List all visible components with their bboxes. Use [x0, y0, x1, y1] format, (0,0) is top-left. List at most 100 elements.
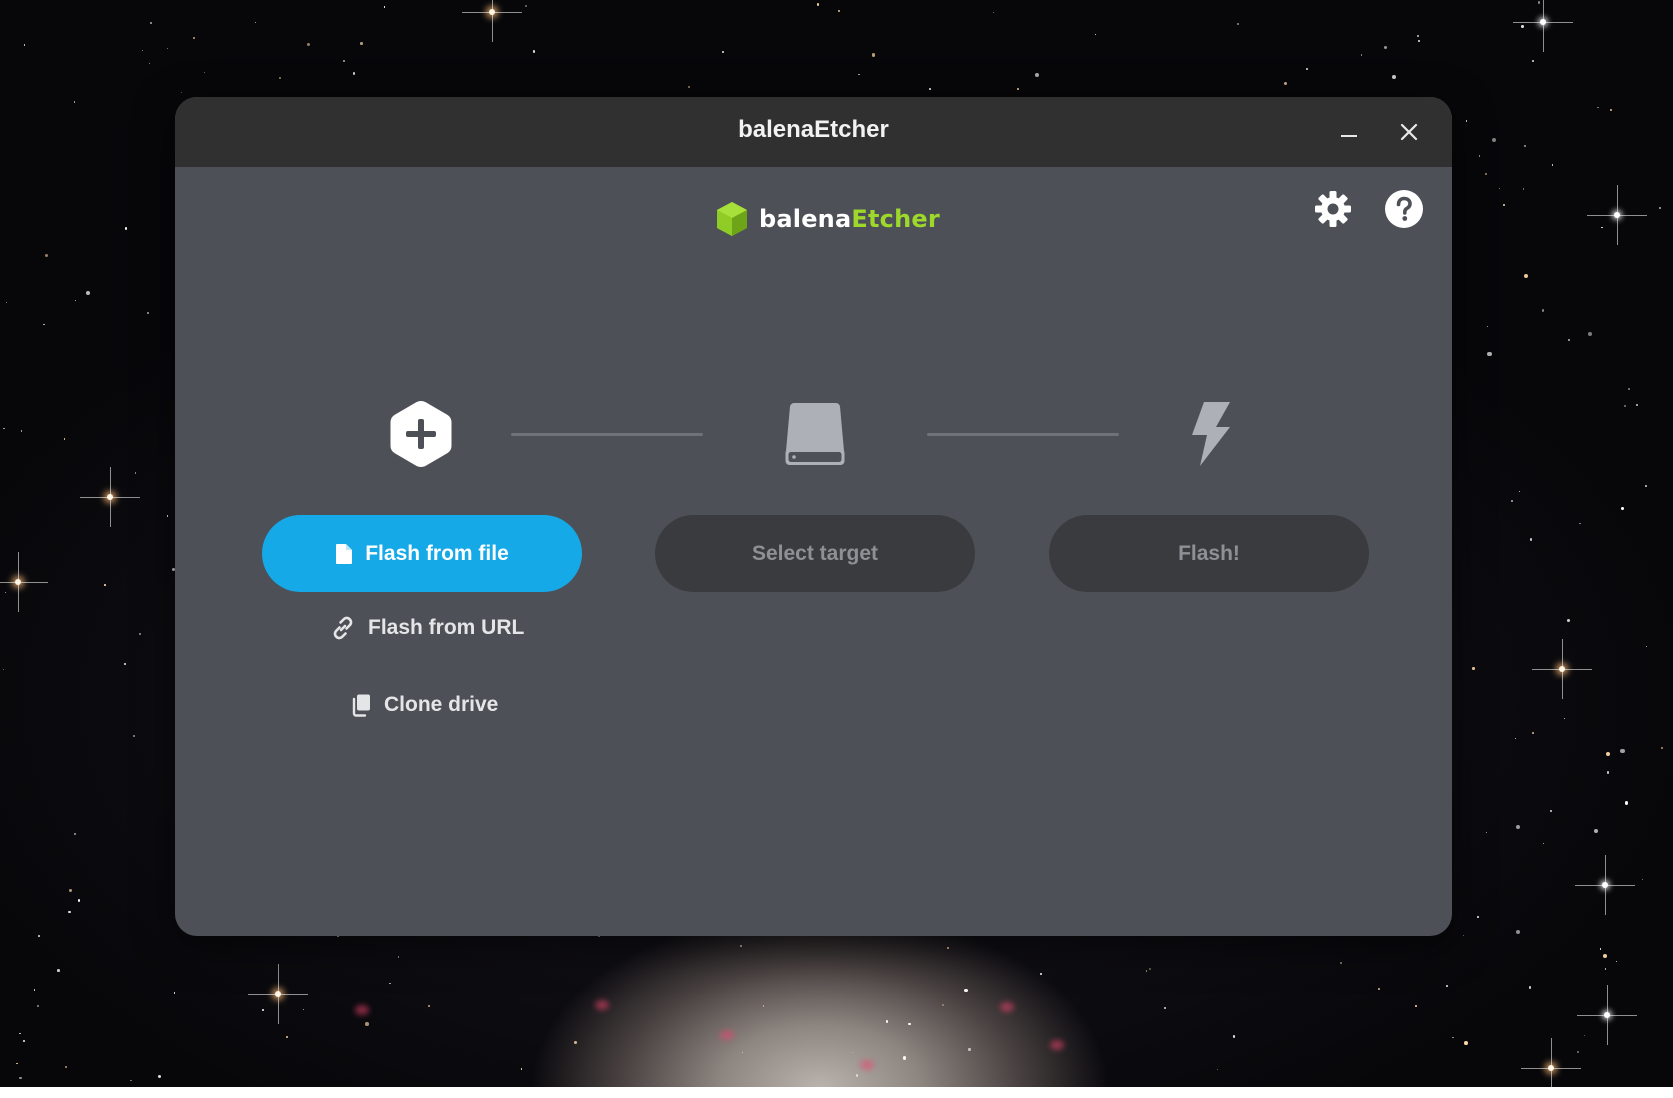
star — [1464, 1041, 1469, 1046]
target-step — [780, 399, 850, 469]
balena-cube-icon — [717, 202, 747, 236]
star — [1486, 831, 1488, 833]
star — [817, 3, 820, 6]
star — [1593, 829, 1598, 834]
star — [1034, 72, 1039, 77]
star — [1642, 878, 1644, 881]
close-icon — [1400, 123, 1418, 141]
star — [1377, 987, 1380, 990]
star — [149, 21, 153, 24]
star — [1532, 731, 1535, 734]
star — [1537, 1, 1541, 4]
star — [1523, 145, 1526, 148]
star — [1340, 961, 1343, 964]
help-icon — [1385, 190, 1423, 228]
star — [146, 311, 149, 314]
star — [1163, 1007, 1166, 1010]
copy-icon — [352, 694, 370, 717]
star — [63, 437, 66, 440]
star — [1305, 67, 1308, 70]
star-flare — [492, 0, 493, 42]
title-bar[interactable]: balenaEtcher — [175, 97, 1452, 167]
star — [1606, 771, 1609, 774]
star — [1577, 1050, 1580, 1053]
clone-drive-label: Clone drive — [384, 693, 499, 716]
star — [158, 1075, 162, 1079]
brand-wordmark: balenaEtcher — [759, 205, 940, 233]
star — [1549, 809, 1552, 812]
star — [427, 1005, 430, 1008]
select-target-button[interactable]: Select target — [655, 515, 975, 592]
star — [1417, 34, 1420, 38]
star — [3, 427, 5, 430]
star — [1620, 749, 1625, 754]
step-connector-2 — [927, 433, 1119, 436]
star — [1446, 985, 1449, 988]
star-flare — [18, 552, 19, 612]
file-icon — [336, 543, 353, 564]
star — [1284, 81, 1288, 85]
star — [1145, 970, 1148, 972]
nebula-spot — [355, 1005, 369, 1015]
star — [1452, 1036, 1454, 1039]
gear-icon — [1315, 191, 1351, 227]
star — [1472, 667, 1475, 670]
star — [343, 60, 346, 63]
star — [947, 947, 950, 950]
plus-hexagon-icon — [390, 401, 452, 467]
star — [360, 42, 363, 45]
star — [1511, 500, 1513, 502]
step-connector-1 — [511, 433, 703, 436]
help-button[interactable] — [1382, 187, 1426, 231]
star — [1491, 138, 1496, 143]
star — [1017, 88, 1020, 90]
flash-from-file-label: Flash from file — [365, 541, 509, 565]
star — [1499, 187, 1501, 189]
star — [1232, 1035, 1235, 1038]
star — [837, 9, 841, 13]
star — [855, 1074, 858, 1077]
star — [1236, 22, 1239, 25]
star — [180, 91, 182, 94]
star — [1523, 274, 1528, 279]
star — [383, 5, 386, 8]
star — [573, 1040, 577, 1045]
star — [43, 323, 45, 326]
star — [1604, 968, 1607, 970]
link-icon — [333, 616, 353, 640]
star — [74, 299, 76, 302]
star — [64, 1065, 67, 1068]
star — [20, 430, 22, 432]
brand-wordmark-etcher: Etcher — [851, 205, 940, 233]
star — [389, 982, 392, 985]
clone-drive-link[interactable]: Clone drive — [350, 687, 498, 723]
star — [1487, 352, 1492, 357]
star-flare — [1543, 0, 1544, 52]
star — [1621, 507, 1625, 511]
star — [5, 301, 7, 303]
star — [56, 969, 60, 973]
settings-button[interactable] — [1311, 187, 1355, 231]
minimize-button[interactable] — [1331, 114, 1367, 150]
star — [397, 956, 400, 958]
flash-from-url-link[interactable]: Flash from URL — [330, 610, 524, 646]
flash-button[interactable]: Flash! — [1049, 515, 1369, 592]
star — [74, 101, 76, 103]
star — [1543, 842, 1545, 844]
star — [1616, 960, 1618, 962]
flash-from-file-button[interactable]: Flash from file — [262, 515, 582, 592]
star-flare — [110, 467, 111, 527]
star — [132, 735, 135, 738]
nebula-spot — [720, 1030, 734, 1040]
star — [285, 1035, 288, 1038]
star — [1531, 60, 1535, 63]
star — [1625, 801, 1629, 805]
close-button[interactable] — [1391, 114, 1427, 150]
star-flare — [1605, 855, 1606, 915]
star — [885, 1020, 889, 1023]
star — [741, 1052, 743, 1054]
star — [1567, 338, 1571, 342]
star — [167, 48, 169, 50]
star — [1360, 54, 1363, 56]
star — [1605, 751, 1610, 756]
